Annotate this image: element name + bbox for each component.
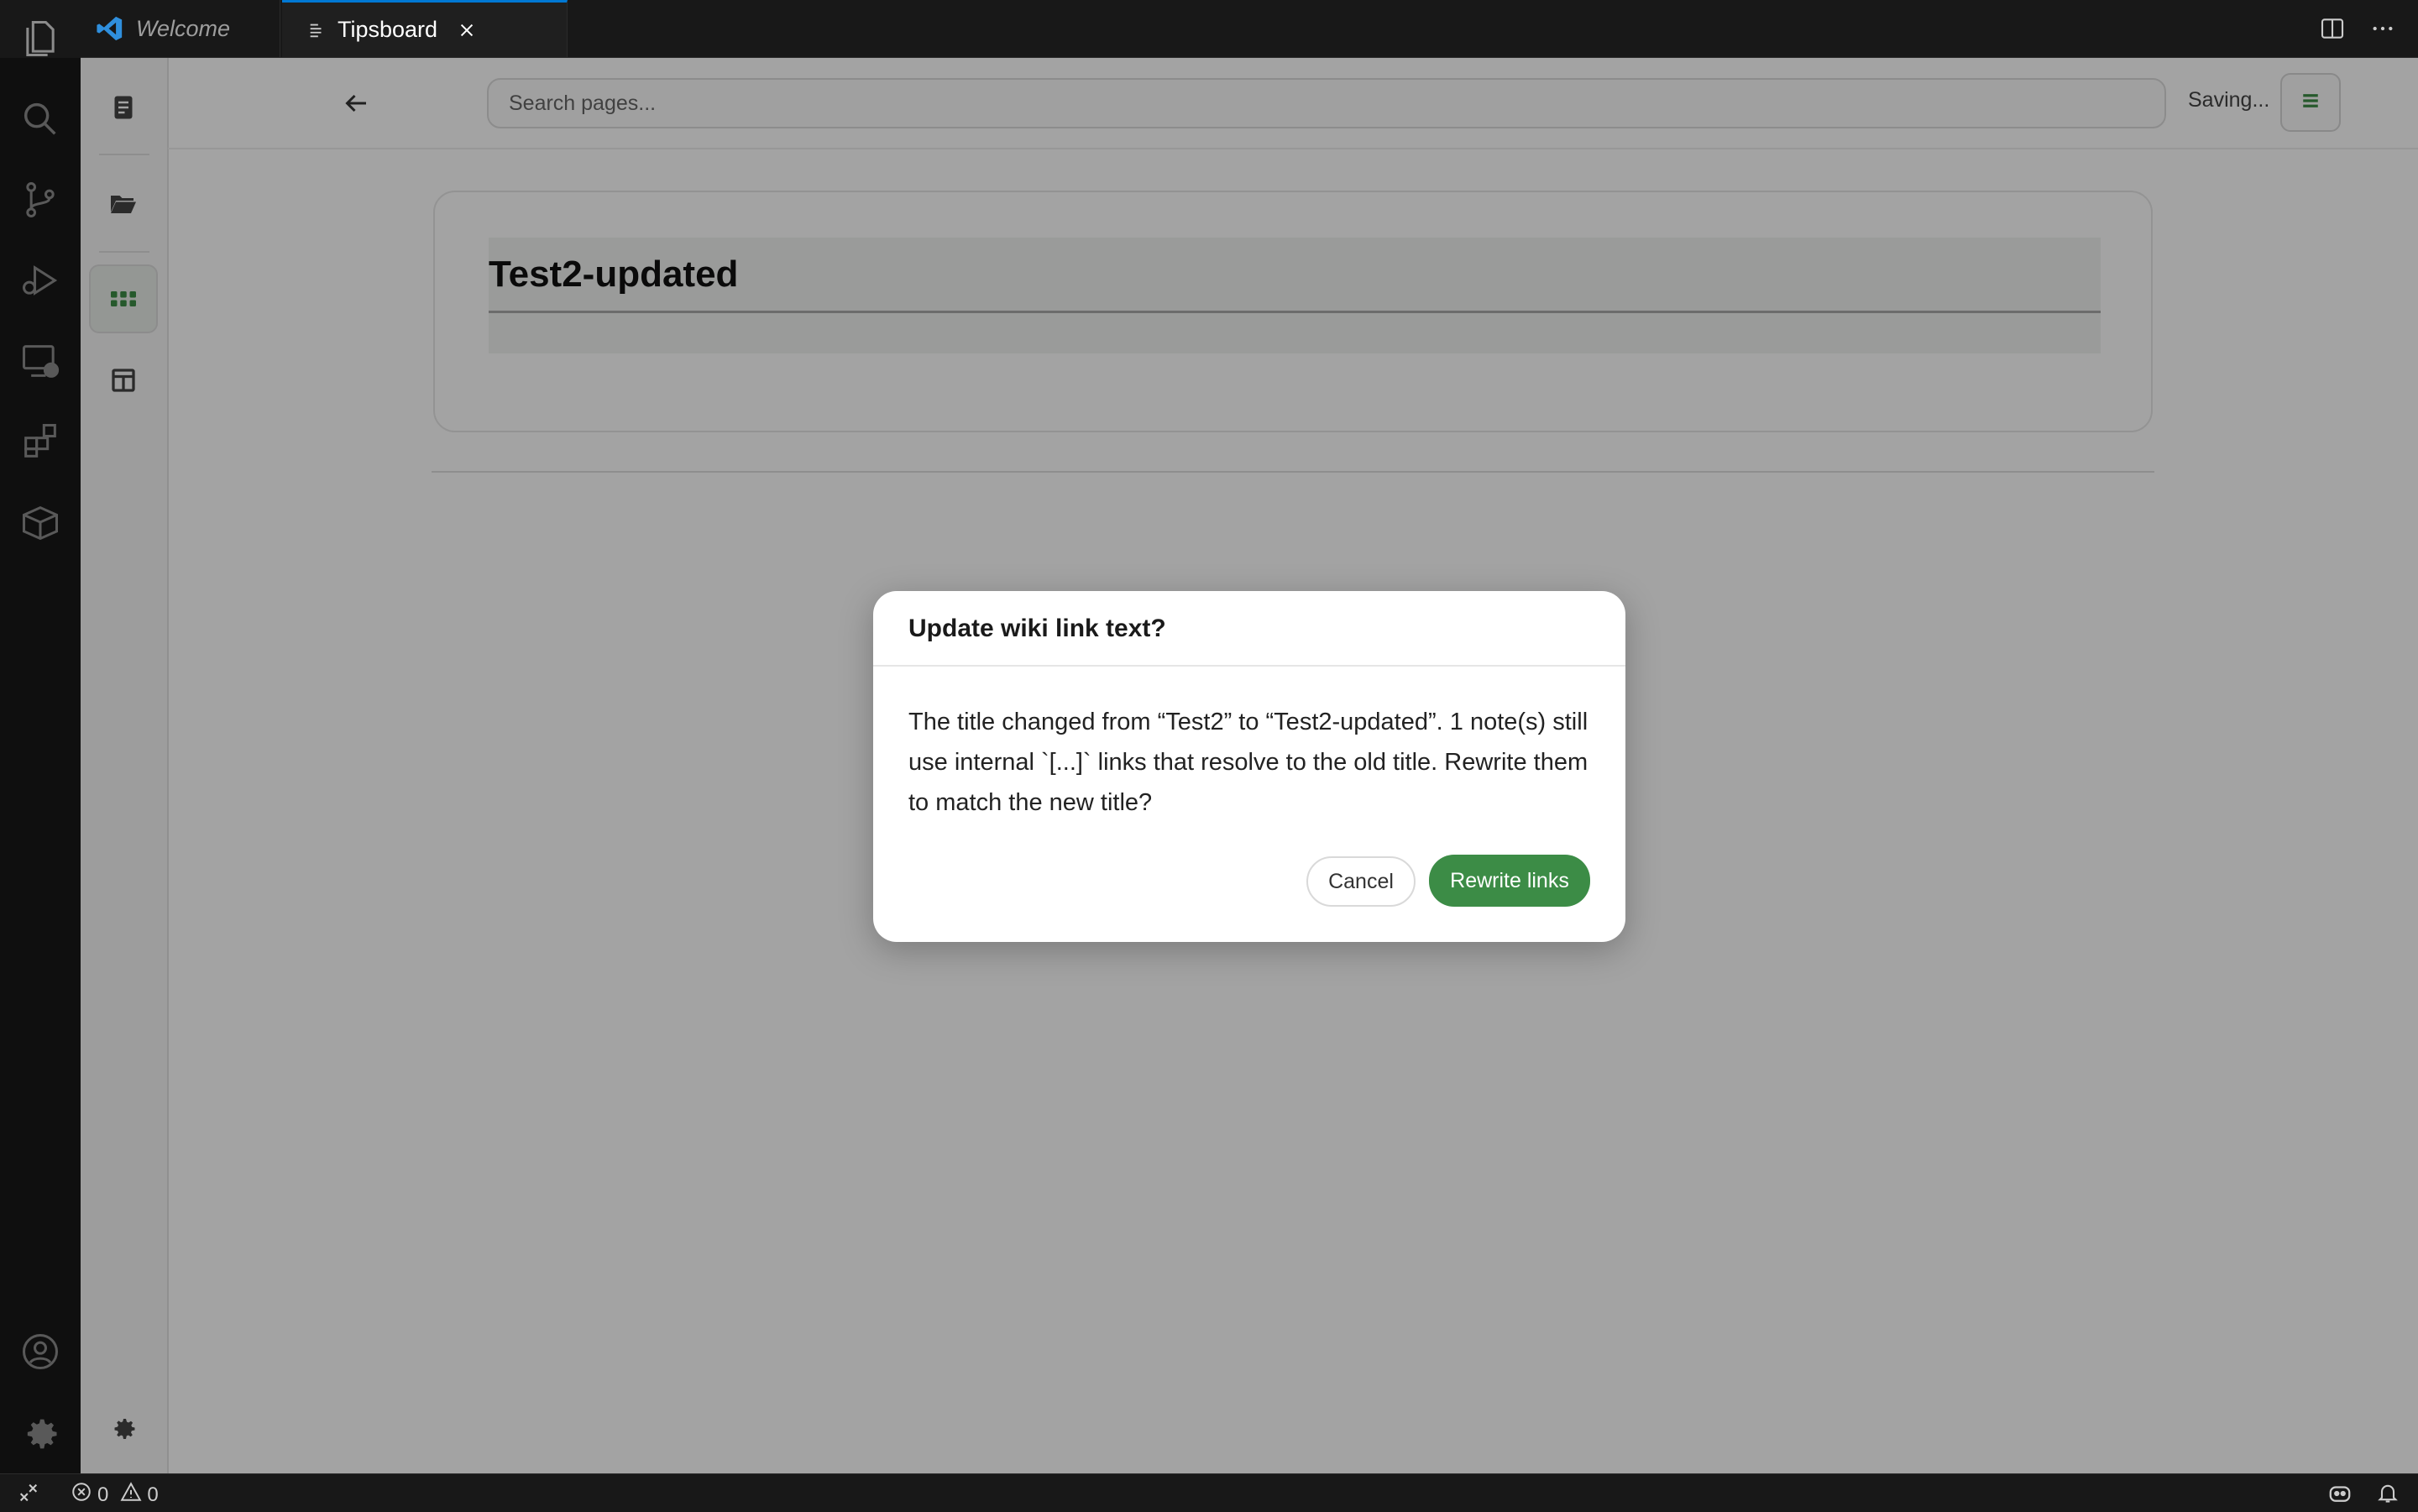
warning-count: 0: [147, 1483, 159, 1506]
copilot-icon[interactable]: [2327, 1481, 2353, 1512]
problems-indicator[interactable]: 0 0: [71, 1481, 159, 1509]
explorer-icon[interactable]: [17, 15, 64, 62]
close-icon[interactable]: [458, 21, 476, 39]
tab-label: Welcome: [136, 15, 231, 41]
dialog-header: Update wiki link text?: [873, 591, 1625, 667]
remote-indicator-icon[interactable]: [17, 1481, 40, 1510]
preview-icon: [307, 21, 326, 39]
cancel-button[interactable]: Cancel: [1306, 856, 1416, 907]
split-editor-icon[interactable]: [2319, 15, 2346, 46]
vscode-logo-icon: [96, 14, 124, 43]
update-links-dialog: Update wiki link text? The title changed…: [873, 591, 1625, 942]
editor-actions: [2309, 0, 2418, 57]
tab-tipsboard[interactable]: Tipsboard: [282, 0, 568, 57]
tab-welcome[interactable]: Welcome: [81, 0, 280, 57]
notifications-bell-icon[interactable]: [2376, 1481, 2400, 1510]
dialog-message: The title changed from “Test2” to “Test2…: [908, 709, 1588, 816]
error-count: 0: [97, 1483, 109, 1506]
error-icon: [71, 1481, 92, 1509]
rewrite-links-button[interactable]: Rewrite links: [1429, 855, 1590, 907]
status-bar: 0 0: [0, 1473, 2418, 1511]
editor-tab-bar: Welcome Tipsboard: [81, 0, 2418, 58]
warning-icon: [120, 1481, 142, 1509]
tab-label: Tipsboard: [338, 17, 438, 42]
dialog-title: Update wiki link text?: [908, 615, 1166, 642]
more-actions-icon[interactable]: [2369, 15, 2396, 46]
